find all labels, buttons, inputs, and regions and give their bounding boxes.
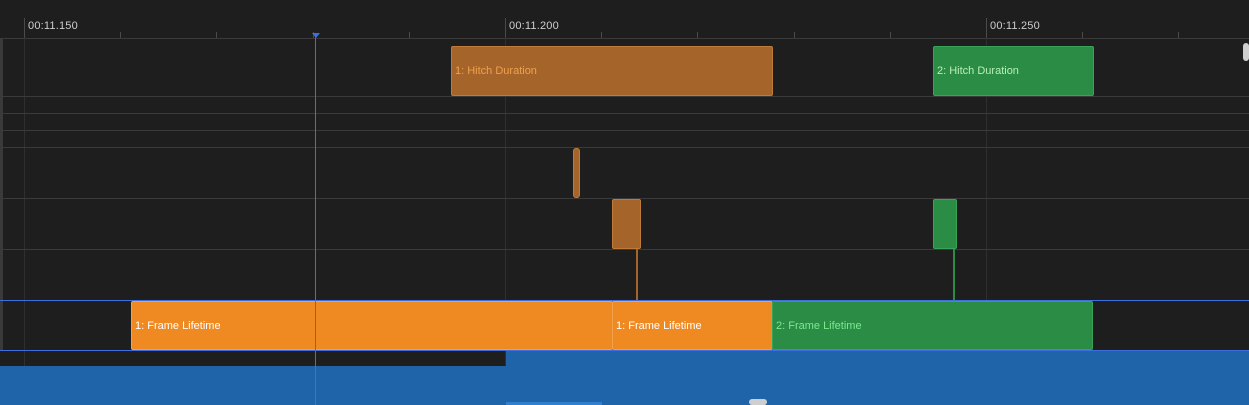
display-region-2[interactable]: [506, 351, 1249, 405]
frame-connector-1: [636, 249, 638, 301]
ruler-label-1: 00:11.150: [28, 20, 78, 32]
ruler-minor-tick: [1082, 32, 1083, 38]
playhead-handle[interactable]: [312, 33, 320, 38]
time-ruler[interactable]: 00:11.150 00:11.200 00:11.250: [0, 0, 1249, 39]
lane-divider: [0, 130, 1249, 131]
hitch-duration-1[interactable]: 1: Hitch Duration: [451, 46, 773, 96]
lane-divider: [0, 96, 1249, 97]
ruler-minor-tick: [216, 32, 217, 38]
vsync-block-2[interactable]: [933, 199, 957, 249]
ruler-minor-tick: [120, 32, 121, 38]
vsync-block-1[interactable]: [612, 199, 641, 249]
lane-divider: [0, 147, 1249, 148]
hitch-duration-2[interactable]: 2: Hitch Duration: [933, 46, 1094, 96]
ruler-minor-tick: [601, 32, 602, 38]
lane-gutter: [0, 38, 3, 351]
vertical-scrollbar-thumb[interactable]: [1243, 43, 1249, 61]
lane-divider: [0, 113, 1249, 114]
display-lane[interactable]: [0, 351, 1249, 405]
lane-divider: [0, 249, 1249, 250]
horizontal-scrollbar-thumb[interactable]: [749, 399, 767, 405]
ruler-label-3: 00:11.250: [990, 20, 1040, 32]
ruler-minor-tick: [1178, 32, 1179, 38]
ruler-major-tick: [986, 18, 987, 38]
ruler-minor-tick: [794, 32, 795, 38]
ruler-minor-tick: [409, 32, 410, 38]
display-region-1[interactable]: [0, 366, 506, 405]
ruler-minor-tick: [890, 32, 891, 38]
frame-lifetime-1b[interactable]: 1: Frame Lifetime: [612, 301, 773, 350]
ruler-label-2: 00:11.200: [509, 20, 559, 32]
ruler-major-tick: [24, 18, 25, 38]
playhead-line[interactable]: [315, 36, 316, 405]
frame-connector-2: [953, 249, 955, 301]
ruler-minor-tick: [697, 32, 698, 38]
frame-lifetime-2[interactable]: 2: Frame Lifetime: [772, 301, 1093, 350]
frame-lifetime-1a[interactable]: 1: Frame Lifetime: [131, 301, 613, 350]
ruler-major-tick: [505, 18, 506, 38]
hitch-marker-1[interactable]: [573, 148, 580, 198]
